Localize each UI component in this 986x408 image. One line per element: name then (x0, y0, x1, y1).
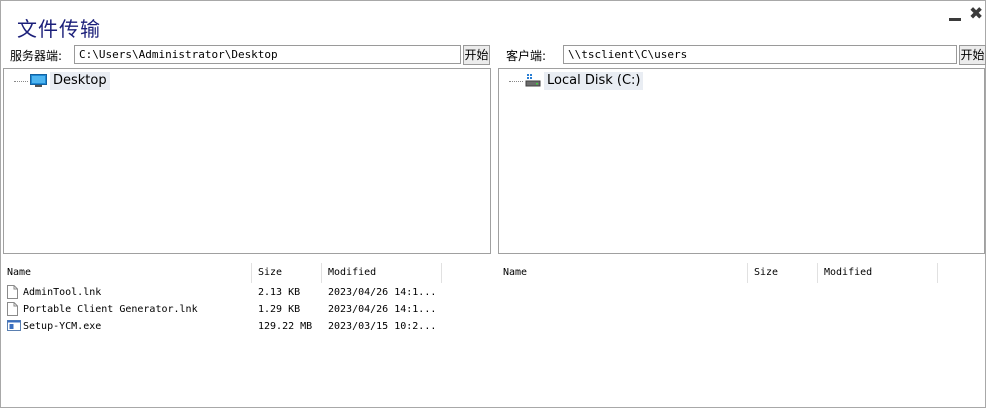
column-header-name[interactable]: Name (1, 263, 252, 283)
file-name: Portable Client Generator.lnk (23, 304, 198, 315)
column-header-modified[interactable]: Modified (322, 263, 442, 283)
client-start-button[interactable]: 开始 (959, 45, 986, 65)
close-icon[interactable]: ✖ (969, 4, 983, 24)
server-start-button[interactable]: 开始 (463, 45, 490, 65)
file-modified: 2023/04/26 14:1... (328, 304, 437, 315)
server-file-list-header: Name Size Modified (1, 263, 442, 283)
file-row[interactable]: AdminTool.lnk 2.13 KB 2023/04/26 14:1... (1, 284, 442, 301)
file-size: 1.29 KB (258, 304, 301, 315)
file-modified: 2023/04/26 14:1... (328, 287, 437, 298)
exe-icon (7, 320, 21, 337)
tree-node-label: Desktop (50, 72, 110, 90)
tree-node-local-disk[interactable]: Local Disk (C:) (509, 72, 644, 91)
column-header-size[interactable]: Size (748, 263, 818, 283)
client-file-list[interactable] (497, 284, 983, 404)
tree-node-label: Local Disk (C:) (544, 72, 644, 90)
tree-node-desktop[interactable]: Desktop (14, 72, 110, 90)
client-path-label: 客户端: (506, 49, 547, 63)
file-row[interactable]: Portable Client Generator.lnk 1.29 KB 20… (1, 301, 442, 318)
file-modified: 2023/03/15 10:2... (328, 321, 437, 332)
column-header-name[interactable]: Name (497, 263, 748, 283)
server-path-input[interactable]: C:\Users\Administrator\Desktop (74, 45, 461, 64)
file-size: 129.22 MB (258, 321, 313, 332)
server-path-label: 服务器端: (10, 49, 63, 63)
client-path-input[interactable]: \\tsclient\C\users (563, 45, 957, 64)
file-name: Setup-YCM.exe (23, 321, 102, 332)
minimize-icon[interactable] (949, 6, 961, 26)
file-size: 2.13 KB (258, 287, 301, 298)
column-header-size[interactable]: Size (252, 263, 322, 283)
tree-connector (14, 80, 28, 82)
file-transfer-window: 文件传输 ✖ 服务器端: C:\Users\Administrator\Desk… (0, 0, 986, 408)
column-header-modified[interactable]: Modified (818, 263, 938, 283)
disk-drive-icon (525, 72, 541, 91)
server-folder-tree[interactable]: Desktop (3, 68, 491, 254)
client-file-list-header: Name Size Modified (497, 263, 938, 283)
file-row[interactable]: Setup-YCM.exe 129.22 MB 2023/03/15 10:2.… (1, 318, 442, 335)
client-folder-tree[interactable]: Local Disk (C:) (498, 68, 985, 254)
tree-connector (509, 80, 523, 82)
file-name: AdminTool.lnk (23, 287, 102, 298)
desktop-icon (30, 72, 47, 91)
window-title: 文件传输 (17, 17, 101, 41)
